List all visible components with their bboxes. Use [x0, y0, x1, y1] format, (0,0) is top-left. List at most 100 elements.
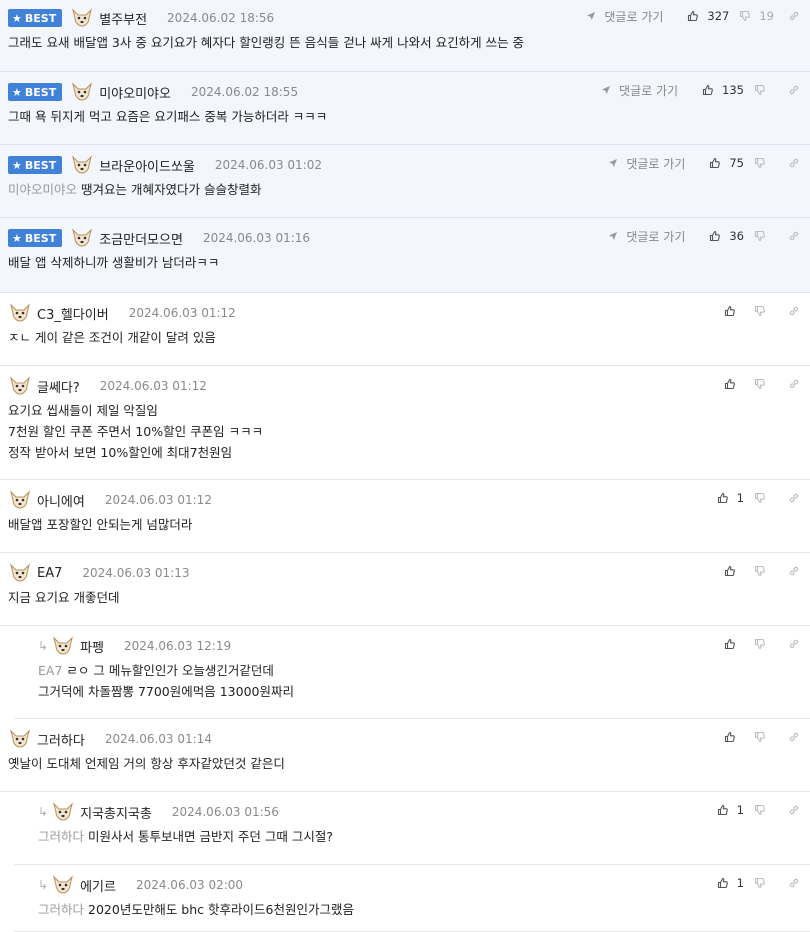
comment-date: 2024.06.03 01:56 [171, 805, 279, 819]
avatar[interactable] [51, 802, 75, 822]
author-nickname[interactable]: 파펭 [80, 637, 104, 656]
best-comment: ★ BEST 브라운아이드쏘울 2024.06.03 01:02 댓글로 가기 75 미야오… [0, 145, 810, 218]
link-icon[interactable] [788, 305, 800, 317]
dislike-button[interactable]: 19 [739, 9, 774, 23]
link-icon[interactable] [788, 157, 800, 169]
reply-arrow-icon: ↳ [38, 805, 49, 819]
comment-body: 배달앱 포장할인 안되는게 넘많더라 [8, 514, 192, 535]
best-badge-label: BEST [24, 85, 57, 99]
author-nickname[interactable]: 에기르 [80, 876, 116, 895]
author-nickname[interactable]: 아니에여 [37, 491, 85, 510]
link-icon[interactable] [788, 877, 800, 889]
avatar[interactable] [51, 875, 75, 895]
go-to-reply-link[interactable]: 댓글로 가기 [608, 155, 685, 172]
comment-date: 2024.06.03 01:02 [214, 158, 322, 172]
link-icon[interactable] [788, 10, 800, 22]
author-nickname[interactable]: 브라운아이드쏘울 [99, 156, 195, 175]
dislike-button[interactable] [754, 877, 774, 889]
like-button[interactable] [724, 565, 744, 577]
dislike-button[interactable] [754, 84, 774, 96]
comment-text-line: 그러하다 미원사서 통투보내면 금반지 주던 그때 그시절? [38, 826, 333, 847]
comment-text: ㅈㄴ 게이 같은 조건이 개같이 달려 있음 [8, 330, 216, 345]
author-nickname[interactable]: 미야오미야오 [99, 83, 171, 102]
comment-actions: 1 [707, 800, 800, 820]
mention-link[interactable]: EA7 [38, 663, 62, 678]
dislike-button[interactable] [754, 305, 774, 317]
star-icon: ★ [12, 231, 22, 245]
go-to-reply-link[interactable]: 댓글로 가기 [586, 8, 663, 25]
link-icon[interactable] [788, 804, 800, 816]
like-button[interactable]: 75 [709, 156, 744, 170]
author-nickname[interactable]: 그러하다 [37, 730, 85, 749]
go-to-reply-link[interactable]: 댓글로 가기 [601, 82, 678, 99]
like-button[interactable]: 135 [702, 83, 744, 97]
dislike-button[interactable] [754, 492, 774, 504]
dislike-button[interactable] [754, 565, 774, 577]
avatar[interactable] [70, 82, 94, 102]
comment-header: ↳ 지국총지국총 2024.06.03 01:56 [38, 802, 279, 822]
author-nickname[interactable]: C3_헬다이버 [37, 304, 109, 323]
avatar[interactable] [8, 303, 32, 323]
author-nickname[interactable]: EA7 [37, 566, 62, 581]
go-to-reply-link[interactable]: 댓글로 가기 [608, 228, 685, 245]
author-nickname[interactable]: 글쎄다? [37, 377, 80, 396]
reply-comment: ↳ 에기르 2024.06.03 02:00 1 그러하다 2020년도만해도 bhc 핫… [14, 865, 810, 932]
like-button[interactable] [724, 638, 744, 650]
thumbs-down-icon [754, 492, 770, 504]
best-comment: ★ BEST 미야오미야오 2024.06.02 18:55 댓글로 가기 135 그때 욕… [0, 72, 810, 145]
best-badge: ★ BEST [8, 83, 63, 101]
mention-link[interactable]: 미야오미야오 [8, 182, 77, 197]
link-icon[interactable] [788, 565, 800, 577]
like-button[interactable]: 1 [717, 803, 744, 817]
avatar[interactable] [70, 8, 94, 28]
avatar[interactable] [70, 155, 94, 175]
link-icon[interactable] [788, 230, 800, 242]
comment-text-line: 그러하다 2020년도만해도 bhc 핫후라이드6천원인가그랬음 [38, 899, 354, 920]
comment-text: 땡겨요는 개혜자였다가 슬슬창렬화 [81, 182, 262, 197]
comment-text-line: 배달앱 포장할인 안되는게 넘많더라 [8, 514, 192, 535]
dislike-button[interactable] [754, 731, 774, 743]
avatar[interactable] [8, 376, 32, 396]
like-button[interactable] [724, 378, 744, 390]
comment-text: 미원사서 통투보내면 금반지 주던 그때 그시절? [88, 829, 334, 844]
comment-text-line: 7천원 할인 쿠폰 주면서 10%할인 쿠폰임 ㅋㅋㅋ [8, 421, 263, 442]
avatar[interactable] [51, 636, 75, 656]
like-count: 1 [736, 491, 744, 505]
link-icon[interactable] [788, 638, 800, 650]
comment-actions: 댓글로 가기 75 [608, 153, 800, 173]
link-icon[interactable] [788, 731, 800, 743]
dislike-button[interactable] [754, 157, 774, 169]
like-button[interactable] [724, 731, 744, 743]
author-nickname[interactable]: 지국총지국총 [80, 803, 152, 822]
comment-date: 2024.06.03 01:13 [82, 566, 190, 580]
mention-link[interactable]: 그러하다 [38, 902, 84, 917]
thumbs-down-icon [754, 565, 770, 577]
author-nickname[interactable]: 조금만더모으면 [99, 229, 183, 248]
like-button[interactable]: 1 [717, 491, 744, 505]
link-icon[interactable] [788, 84, 800, 96]
like-button[interactable]: 36 [709, 229, 744, 243]
mention-link[interactable]: 그러하다 [38, 829, 84, 844]
like-button[interactable]: 327 [687, 9, 729, 23]
dislike-button[interactable] [754, 804, 774, 816]
author-nickname[interactable]: 별주부전 [99, 9, 147, 28]
comment-date: 2024.06.02 18:55 [190, 85, 299, 99]
thumbs-down-icon [754, 877, 770, 889]
comment-text-line: 옛날이 도대체 언제임 거의 항상 후자같았던것 같은디 [8, 753, 285, 774]
dislike-button[interactable] [754, 638, 774, 650]
comment-text-line: 그때 욕 뒤지게 먹고 요즘은 요기패스 중복 가능하더라 ㅋㅋㅋ [8, 106, 327, 127]
avatar[interactable] [8, 729, 32, 749]
thumbs-up-icon [709, 230, 725, 242]
avatar[interactable] [8, 563, 32, 583]
like-button[interactable] [724, 305, 744, 317]
thumbs-up-icon [724, 378, 740, 390]
comment-text-line: 요기요 씹새들이 제일 악질임 [8, 400, 263, 421]
avatar[interactable] [70, 228, 94, 248]
dislike-button[interactable] [754, 378, 774, 390]
link-icon[interactable] [788, 492, 800, 504]
link-icon[interactable] [788, 378, 800, 390]
dislike-button[interactable] [754, 230, 774, 242]
comment-body: 그러하다 미원사서 통투보내면 금반지 주던 그때 그시절? [38, 826, 333, 847]
like-button[interactable]: 1 [717, 876, 744, 890]
avatar[interactable] [8, 490, 32, 510]
